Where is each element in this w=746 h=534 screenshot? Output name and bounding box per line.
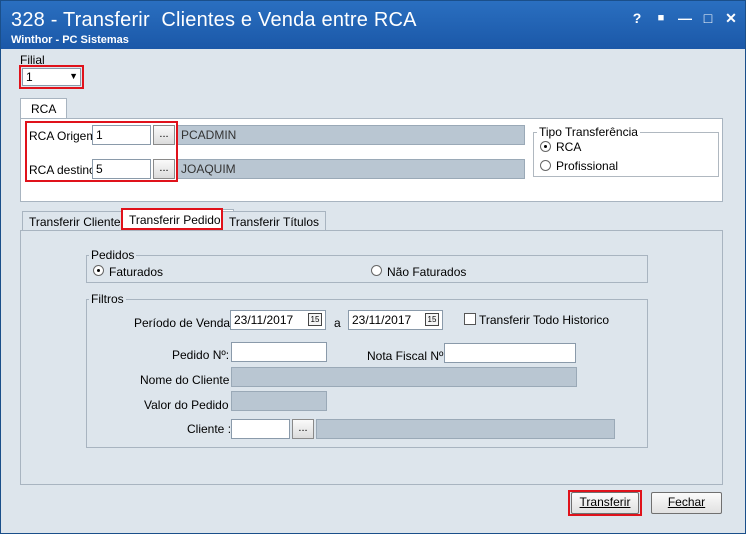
faturados-radio[interactable] bbox=[93, 265, 104, 276]
tipo-profissional-label: Profissional bbox=[556, 159, 619, 173]
rca-highlight bbox=[25, 121, 178, 182]
tipo-rca-radio[interactable] bbox=[540, 141, 551, 152]
nota-fiscal-label: Nota Fiscal Nº: bbox=[367, 349, 447, 363]
date-to-value: 23/11/2017 bbox=[352, 313, 412, 327]
nome-cliente-field bbox=[231, 367, 577, 387]
date-separator: a bbox=[334, 316, 341, 330]
date-from-value: 23/11/2017 bbox=[234, 313, 294, 327]
nao-faturados-label: Não Faturados bbox=[387, 265, 467, 279]
pedido-input[interactable] bbox=[231, 342, 327, 362]
nao-faturados-radio[interactable] bbox=[371, 265, 382, 276]
valor-pedido-label: Valor do Pedido : bbox=[144, 398, 236, 412]
periodo-label: Período de Venda : bbox=[134, 316, 237, 330]
cliente-label: Cliente : bbox=[187, 422, 232, 436]
edit-icon[interactable]: ■ bbox=[653, 10, 669, 26]
tipo-transferencia-title: Tipo Transferência bbox=[537, 125, 640, 139]
faturados-label: Faturados bbox=[109, 265, 164, 279]
title-bar: 328 - Transferir Clientes e Venda entre … bbox=[1, 1, 745, 49]
nota-fiscal-input[interactable] bbox=[444, 343, 576, 363]
pedidos-group bbox=[86, 255, 648, 283]
tab-pedidos-highlight bbox=[121, 208, 223, 230]
rca-origem-name: PCADMIN bbox=[177, 125, 525, 145]
tipo-rca-label: RCA bbox=[556, 140, 582, 154]
maximize-icon[interactable]: □ bbox=[700, 10, 716, 26]
cliente-name-field bbox=[316, 419, 615, 439]
filial-highlight bbox=[19, 65, 84, 89]
help-icon[interactable]: ? bbox=[629, 10, 645, 26]
calendar-from-icon[interactable]: 15 bbox=[308, 313, 322, 326]
close-icon[interactable]: ✕ bbox=[723, 10, 739, 26]
cliente-search-button[interactable]: ... bbox=[292, 419, 314, 439]
window-title: 328 - Transferir Clientes e Venda entre … bbox=[11, 9, 417, 31]
pedidos-title: Pedidos bbox=[89, 248, 137, 262]
historico-label: Transferir Todo Historico bbox=[479, 313, 610, 327]
main-window: 328 - Transferir Clientes e Venda entre … bbox=[0, 0, 746, 534]
rca-destino-name: JOAQUIM bbox=[177, 159, 525, 179]
valor-pedido-field bbox=[231, 391, 327, 411]
filtros-title: Filtros bbox=[89, 292, 126, 306]
fechar-button[interactable]: Fechar bbox=[651, 492, 722, 514]
calendar-to-icon[interactable]: 15 bbox=[425, 313, 439, 326]
historico-checkbox[interactable] bbox=[464, 313, 476, 325]
tipo-profissional-radio[interactable] bbox=[540, 160, 551, 171]
tab-transferir-titulos[interactable]: Transferir Títulos bbox=[222, 211, 327, 231]
window-subtitle: Winthor - PC Sistemas bbox=[11, 34, 129, 46]
minimize-icon[interactable]: — bbox=[677, 10, 693, 26]
pedido-label: Pedido Nº: bbox=[172, 348, 230, 362]
fechar-label: Fechar bbox=[667, 495, 706, 509]
transferir-highlight bbox=[568, 490, 642, 516]
nome-cliente-label: Nome do Cliente : bbox=[140, 373, 237, 387]
cliente-input[interactable] bbox=[231, 419, 290, 439]
tab-rca[interactable]: RCA bbox=[20, 98, 68, 119]
tab-transferir-clientes[interactable]: Transferir Clientes bbox=[22, 211, 134, 231]
